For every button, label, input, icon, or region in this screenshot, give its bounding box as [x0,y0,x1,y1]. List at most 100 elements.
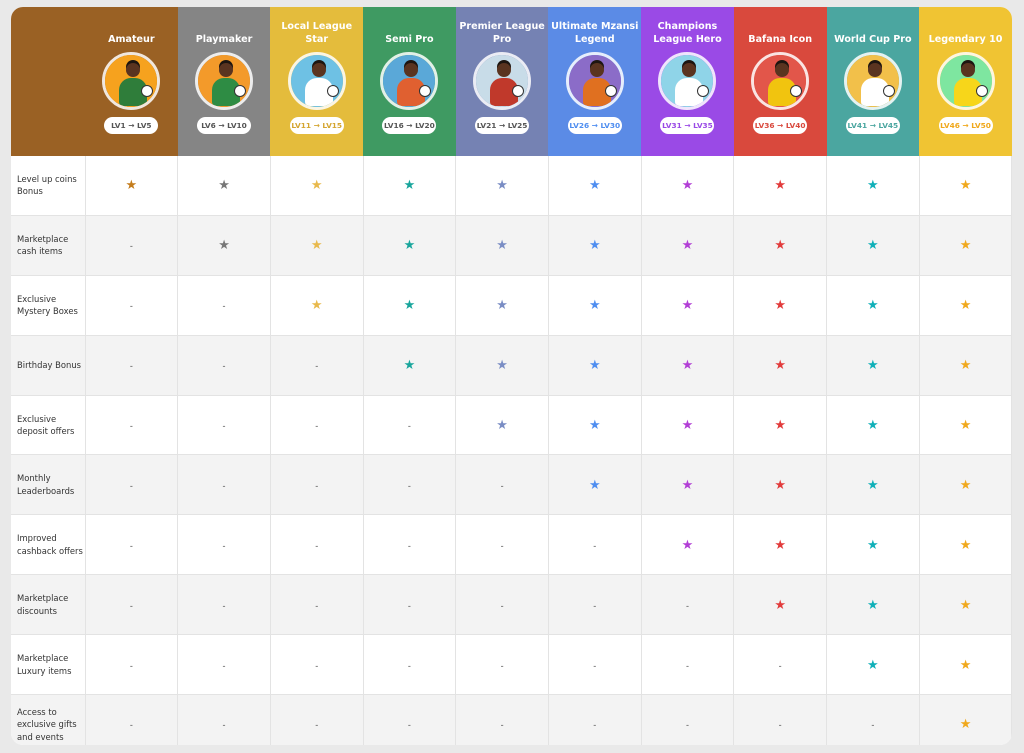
benefit-cell: - [270,634,364,696]
not-included-dash: - [129,361,133,372]
star-icon: ★ [218,177,230,193]
star-icon: ★ [125,177,138,193]
star-icon: ★ [496,237,508,253]
not-included-dash: - [129,241,133,252]
star-icon: ★ [774,297,786,313]
benefit-cell: ★ [363,335,457,396]
star-icon: ★ [588,237,601,253]
benefit-cell: - [363,395,457,456]
benefit-label: Marketplace discounts [11,574,86,636]
not-included-dash: - [500,480,504,491]
star-icon: ★ [496,357,508,373]
benefit-cell: ★ [641,395,735,456]
football-icon [234,85,247,97]
benefit-cell: ★ [733,275,827,336]
star-icon: ★ [959,417,972,432]
not-included-dash: - [222,540,226,551]
not-included-dash: - [129,660,133,671]
tier-header-row: Amateur LV1 → LV5 Playmaker LV6 → LV10 Local… [11,7,1012,156]
benefit-cell: ★ [826,395,920,456]
star-icon: ★ [867,177,879,193]
not-included-dash: - [315,361,319,372]
benefit-cell: - [85,275,179,336]
benefit-cell: ★ [919,395,1012,456]
benefit-cell: ★ [733,574,827,636]
tier-avatar [102,52,161,110]
tier-header-champions-league-hero: Champions League Hero LV31 → LV35 [641,7,734,156]
not-included-dash: - [685,660,689,671]
star-icon: ★ [774,476,786,492]
star-icon: ★ [310,237,323,253]
benefit-cell: ★ [826,514,920,576]
benefit-cell: ★ [548,156,642,216]
header-corner [11,7,85,156]
benefit-label: Monthly Leaderboards [11,454,86,516]
benefit-cell: - [641,634,735,696]
benefit-cell: - [455,514,549,576]
avatar-player-head [867,63,882,77]
benefit-cell: - [270,574,364,636]
not-included-dash: - [315,600,319,611]
benefit-cell: ★ [455,215,549,276]
benefit-cell: - [85,335,179,396]
level-range-badge: LV11 → LV15 [289,117,344,134]
tier-avatar [658,52,717,110]
tier-avatar [936,52,995,110]
benefit-cell: ★ [641,156,735,216]
benefit-cell: - [177,634,271,696]
football-icon [512,85,525,97]
benefit-cell: ★ [85,156,179,216]
tier-name: Legendary 10 [928,34,1003,45]
benefit-cell: - [177,574,271,636]
not-included-dash: - [593,660,597,671]
benefit-cell: ★ [919,335,1012,396]
benefit-cell: - [177,335,271,396]
tier-name: Ultimate Mzansi Legend [551,21,639,45]
benefit-cell: ★ [919,156,1012,216]
benefit-cell: - [85,215,179,276]
benefit-cell: ★ [919,215,1012,276]
avatar-player-head [497,63,512,77]
benefit-cell: - [455,634,549,696]
benefit-cell: - [270,395,364,456]
benefit-cell: - [85,694,179,745]
benefit-label: Improved cashback offers [11,514,86,576]
star-icon: ★ [310,297,323,313]
benefit-cell: ★ [919,694,1012,745]
level-range-badge: LV21 → LV25 [475,117,530,134]
not-included-dash: - [500,600,504,611]
benefit-cell: ★ [919,514,1012,576]
benefit-cell: - [733,694,827,745]
not-included-dash: - [129,421,133,431]
football-icon [604,85,617,97]
benefit-label: Access to exclusive gifts and events [11,694,86,745]
benefit-cell: - [177,514,271,576]
tier-name: Local League Star [281,21,353,45]
star-icon: ★ [681,417,694,432]
benefit-row-marketplace-discounts: Marketplace discounts - - - - - - - ★ ★ ★ [11,574,1012,636]
star-icon: ★ [310,177,323,193]
star-icon: ★ [403,297,416,313]
not-included-dash: - [500,720,504,731]
tier-name: Champions League Hero [653,21,722,45]
not-included-dash: - [500,540,504,551]
star-icon: ★ [681,237,694,253]
not-included-dash: - [407,480,411,491]
star-icon: ★ [403,357,416,373]
not-included-dash: - [407,660,411,671]
benefit-row-improved-cashback-offers: Improved cashback offers - - - - - - ★ ★ ★ ★ [11,514,1012,576]
benefit-cell: ★ [548,335,642,396]
benefit-row-exclusive-mystery-boxes: Exclusive Mystery Boxes - - ★ ★ ★ ★ ★ ★ ★ ★ [11,275,1012,336]
benefit-cell: - [363,574,457,636]
not-included-dash: - [407,421,411,431]
benefit-cell: ★ [733,514,827,576]
tier-avatar [565,52,624,110]
star-icon: ★ [774,177,786,193]
star-icon: ★ [959,237,972,253]
not-included-dash: - [593,720,597,731]
benefit-cell: ★ [455,395,549,456]
benefit-label: Marketplace cash items [11,215,86,276]
not-included-dash: - [315,540,319,551]
star-icon: ★ [774,596,786,612]
benefit-cell: ★ [733,335,827,396]
